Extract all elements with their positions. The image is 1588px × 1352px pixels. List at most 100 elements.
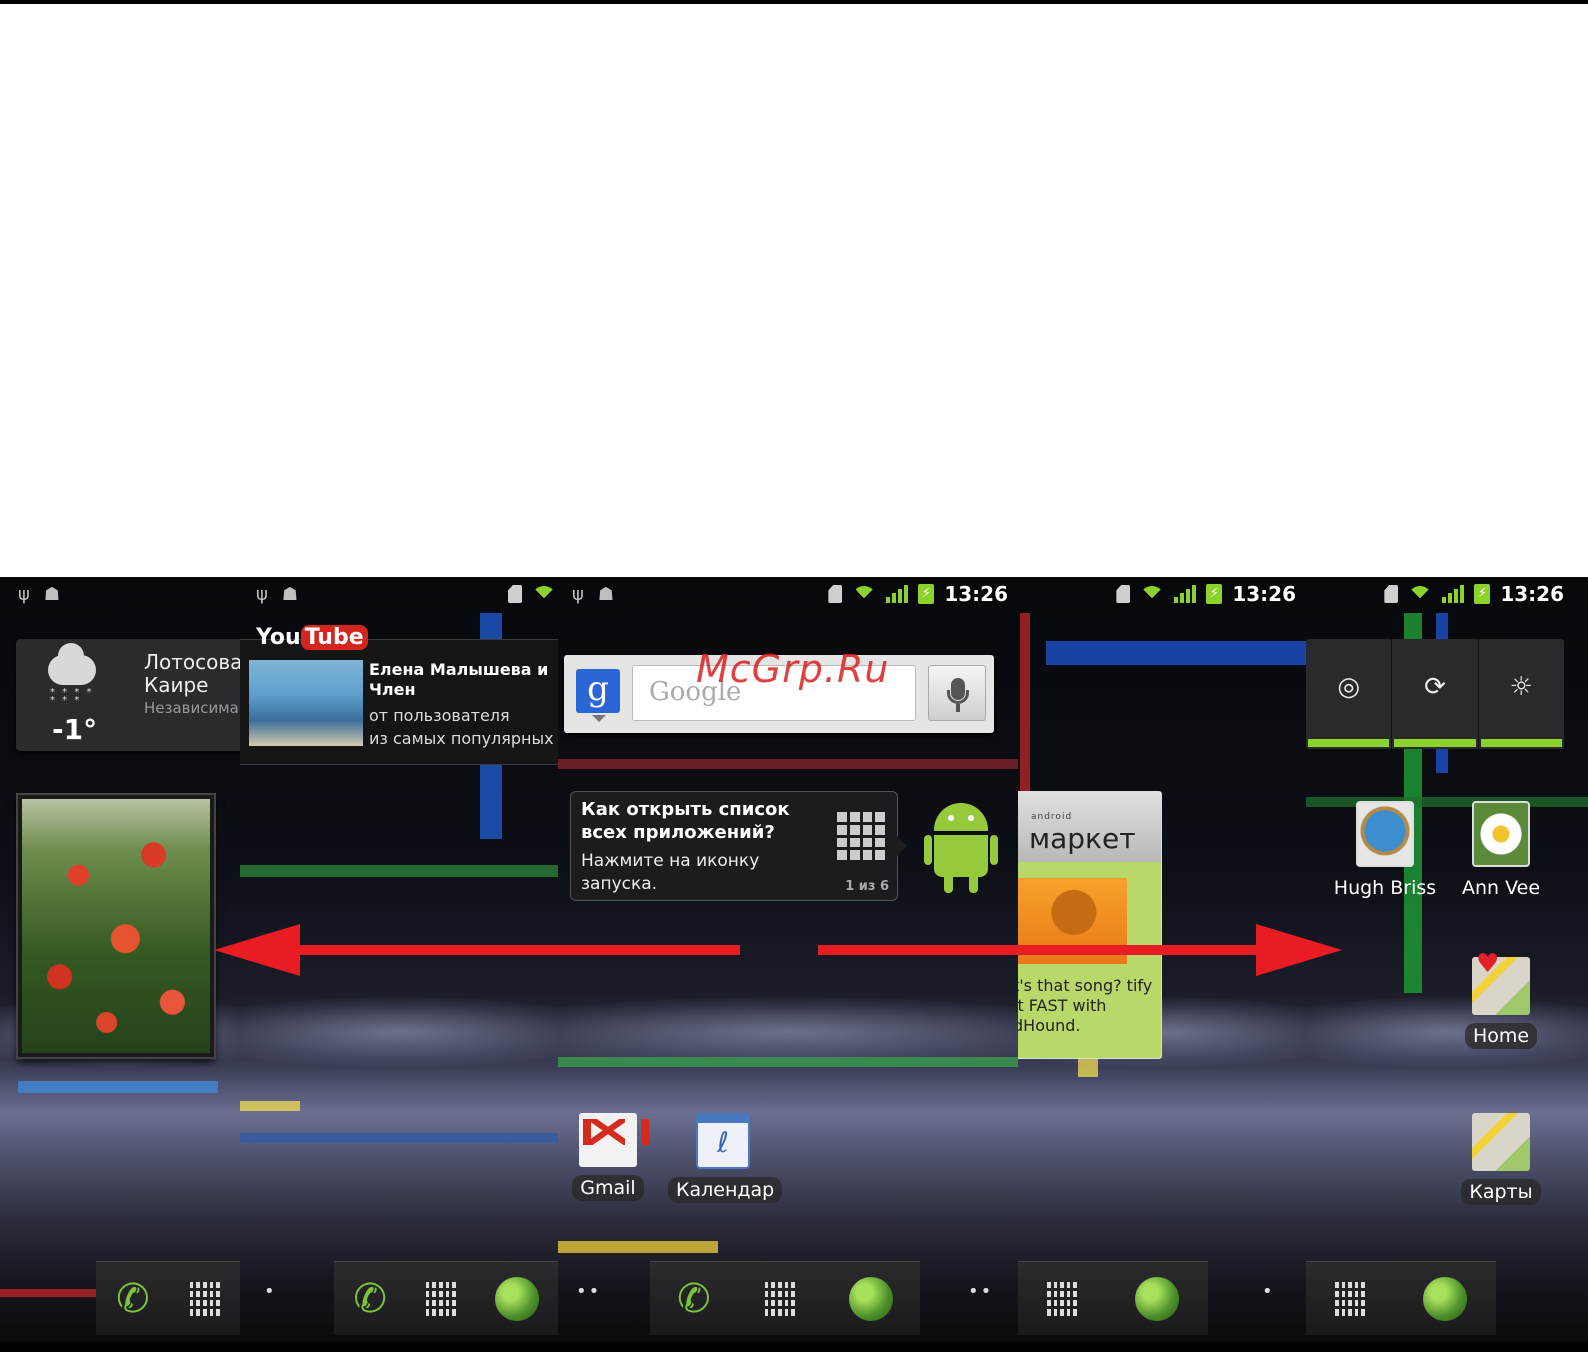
voice-search-button[interactable] [928,665,986,721]
app-launcher-icon[interactable] [425,1281,456,1316]
gmail-icon [579,1113,649,1167]
wallpaper-streak [558,759,1018,769]
dock [1306,1261,1496,1335]
app-launcher-icon[interactable] [1047,1281,1077,1316]
dock: ✆ [96,1261,240,1335]
app-launcher-icon[interactable] [764,1281,795,1316]
wallpaper-wave [240,997,558,1067]
homescreen-panorama: ψ ☗ * * * ** * * -1° Лотосовая Каире Нез… [0,577,1588,1352]
browser-icon[interactable] [848,1276,893,1321]
battery-charging-icon: ⚡ [918,584,935,604]
home-panel-5[interactable]: ⚡ 13:26 ◎ ⟳ ☼ Hugh Briss Ann Vee ♥ Home … [1306,577,1588,1342]
sync-toggle[interactable]: ⟳ [1392,639,1479,749]
wallpaper-streak [558,1241,718,1253]
contact-name: Hugh Briss [1333,877,1437,899]
swipe-right-arrow-head [1256,924,1342,976]
signal-icon [886,585,909,603]
google-g-icon[interactable]: g [576,669,620,713]
app-launcher-icon[interactable] [189,1281,220,1316]
status-bar-right: ⚡ 13:26 [1116,577,1296,611]
swipe-left-arrow [298,945,740,955]
wallpaper-streak [18,1081,218,1093]
signal-icon [1442,585,1465,603]
wallpaper-streak [240,1133,558,1143]
calendar-icon: ℓ [696,1113,750,1169]
power-control-widget: ◎ ⟳ ☼ [1306,639,1564,749]
wallpaper-streak [1020,613,1030,813]
swipe-left-arrow-head [214,924,300,976]
dock: ✆ [650,1261,920,1335]
contact-photo [1472,801,1530,867]
clock: 13:26 [1232,582,1296,606]
dock: ✆ [334,1261,558,1335]
sim-icon [1384,585,1399,603]
maps-icon [1472,1113,1530,1171]
maps-label: Карты [1461,1179,1541,1205]
browser-icon[interactable] [1423,1276,1467,1321]
gmail-app[interactable]: Gmail [568,1113,649,1201]
status-bar: ψ ☗ [18,577,74,611]
calendar-app[interactable]: ℓ Календар [668,1113,783,1203]
snowfall-icon: * * * * * * * [50,687,94,706]
android-robot-icon [924,803,998,895]
android-debug-icon: ☗ [43,583,61,605]
home-panel-1[interactable]: ψ ☗ * * * ** * * -1° Лотосовая Каире Нез… [0,577,240,1342]
page-indicator: • [264,1281,277,1302]
usb-icon: ψ [18,583,30,605]
phone-icon[interactable]: ✆ [116,1276,150,1322]
wifi-icon [1140,586,1164,602]
youtube-widget[interactable]: Елена Малышева и Член от пользователя из … [240,639,558,765]
clock: 13:26 [944,582,1008,606]
contact-name: Ann Vee [1461,877,1541,899]
page-indicator: • [1262,1281,1275,1302]
status-bar-right: ⚡ 13:26 [828,577,1008,611]
maps-app[interactable]: Карты [1456,1113,1546,1205]
watermark: McGrp.Ru [696,647,890,691]
photo-frame-widget[interactable] [18,795,214,1057]
market-brand-small: android [1031,812,1073,822]
android-debug-icon: ☗ [597,583,615,605]
gps-icon: ◎ [1337,672,1360,702]
contact-shortcut[interactable]: Ann Vee [1446,801,1556,899]
video-thumbnail[interactable] [249,660,363,746]
market-title: маркет [1029,822,1136,855]
battery-charging-icon: ⚡ [1206,584,1223,604]
sim-icon [508,585,522,603]
wallpaper-streak [1046,641,1306,665]
browser-icon[interactable] [494,1276,539,1321]
youtube-logo: You Tube [256,625,368,650]
contact-photo [1356,801,1414,867]
phone-icon[interactable]: ✆ [677,1276,711,1322]
contact-shortcut[interactable]: Hugh Briss [1330,801,1440,899]
status-bar-right [508,577,556,611]
browser-icon[interactable] [1135,1276,1179,1321]
status-bar: ψ ☗ [256,577,312,611]
video-subtitle: от пользователя из самых популярных [369,706,554,748]
app-launcher-icon[interactable] [1335,1281,1365,1316]
brightness-icon: ☼ [1509,672,1533,702]
tip-counter: 1 из 6 [845,879,889,894]
gps-toggle[interactable]: ◎ [1306,639,1393,749]
navigation-home-icon: ♥ [1472,949,1530,1015]
wifi-icon [852,586,876,602]
home-panel-3[interactable]: ψ ☗ ⚡ 13:26 g Google McGrp.Ru Как открыт… [558,577,1018,1342]
weather-region: Независима [144,699,239,717]
android-debug-icon: ☗ [281,583,299,605]
page-indicator: •• [576,1281,602,1302]
sync-icon: ⟳ [1424,672,1446,702]
usb-icon: ψ [256,583,268,605]
wallpaper-streak [1078,1057,1098,1077]
gmail-label: Gmail [572,1175,644,1201]
battery-charging-icon: ⚡ [1474,584,1491,604]
chevron-down-icon [592,715,606,722]
market-widget[interactable]: android маркет t's that song? tify it FA… [1018,791,1162,1059]
tutorial-tip[interactable]: Как открыть список всех приложений? Нажм… [570,791,907,901]
weather-widget[interactable]: * * * ** * * -1° Лотосовая Каире Независ… [16,639,240,751]
wallpaper-streak [240,1101,300,1111]
brightness-toggle[interactable]: ☼ [1479,639,1564,749]
wallpaper-streak [558,1057,1018,1067]
sim-icon [828,585,843,603]
wifi-icon [1408,586,1432,602]
home-navigation-shortcut[interactable]: ♥ Home [1456,949,1546,1049]
phone-icon[interactable]: ✆ [353,1276,387,1322]
